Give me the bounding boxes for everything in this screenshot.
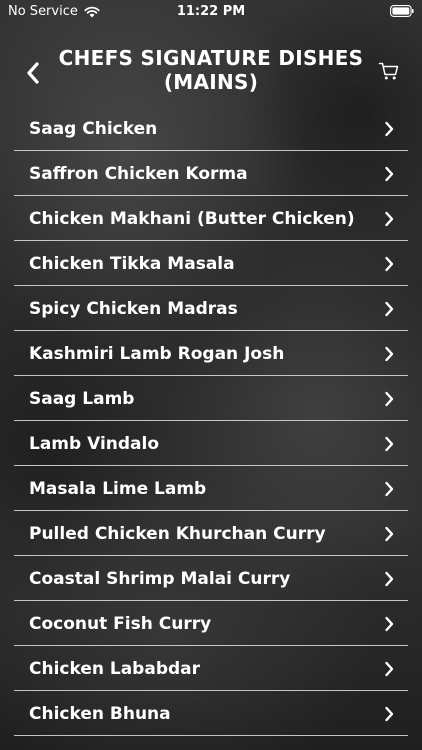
item-label: Masala Lime Lamb [29, 479, 207, 499]
back-arrow-icon [27, 62, 39, 84]
chevron-right-icon [385, 706, 394, 722]
item-label: Lamb Vindalo [29, 434, 160, 454]
list-item[interactable]: Lamb Vindalo [14, 421, 408, 466]
item-label: Saffron Chicken Korma [29, 164, 248, 184]
chevron-right-icon [385, 391, 394, 407]
header: CHEFS SIGNATURE DISHES (MAINS) [0, 38, 422, 112]
chevron-right-icon [385, 211, 394, 227]
back-button[interactable] [20, 56, 46, 90]
cart-button[interactable] [378, 60, 404, 86]
chevron-right-icon [385, 661, 394, 677]
item-label: Kashmiri Lamb Rogan Josh [29, 344, 285, 364]
item-label: Chicken Tikka Masala [29, 254, 235, 274]
status-bar: No Service 11:22 PM [0, 0, 422, 24]
chevron-right-icon [385, 436, 394, 452]
cart-icon [378, 62, 399, 80]
list-item[interactable]: Coconut Fish Curry [14, 601, 408, 646]
list-item[interactable]: Spicy Chicken Madras [14, 286, 408, 331]
status-time: 11:22 PM [176, 4, 246, 19]
list-item[interactable]: Chicken Tikka Masala [14, 241, 408, 286]
list-item[interactable]: Masala Lime Lamb [14, 466, 408, 511]
list-item[interactable]: Saag Chicken [14, 106, 408, 151]
chevron-right-icon [385, 571, 394, 587]
chevron-right-icon [385, 256, 394, 272]
menu-list: Saag Chicken Saffron Chicken Korma Chicken… [14, 106, 408, 736]
chevron-right-icon [385, 481, 394, 497]
chevron-right-icon [385, 526, 394, 542]
battery-icon [390, 5, 414, 17]
list-item[interactable]: Pulled Chicken Khurchan Curry [14, 511, 408, 556]
page-title: CHEFS SIGNATURE DISHES (MAINS) [58, 46, 364, 94]
chevron-right-icon [385, 121, 394, 137]
list-item[interactable]: Chicken Makhani (Butter Chicken) [14, 196, 408, 241]
list-item[interactable]: Coastal Shrimp Malai Curry [14, 556, 408, 601]
item-label: Coconut Fish Curry [29, 614, 212, 634]
list-item[interactable]: Chicken Bhuna [14, 691, 408, 736]
item-label: Chicken Lababdar [29, 659, 201, 679]
chevron-right-icon [385, 346, 394, 362]
list-item[interactable]: Saffron Chicken Korma [14, 151, 408, 196]
item-label: Pulled Chicken Khurchan Curry [29, 524, 326, 544]
list-item[interactable]: Saag Lamb [14, 376, 408, 421]
list-item[interactable]: Chicken Lababdar [14, 646, 408, 691]
item-label: Spicy Chicken Madras [29, 299, 238, 319]
list-item[interactable]: Kashmiri Lamb Rogan Josh [14, 331, 408, 376]
item-label: Chicken Bhuna [29, 704, 171, 724]
chevron-right-icon [385, 301, 394, 317]
item-label: Saag Chicken [29, 119, 158, 139]
item-label: Chicken Makhani (Butter Chicken) [29, 209, 355, 229]
chevron-right-icon [385, 616, 394, 632]
item-label: Coastal Shrimp Malai Curry [29, 569, 291, 589]
item-label: Saag Lamb [29, 389, 135, 409]
chevron-right-icon [385, 166, 394, 182]
